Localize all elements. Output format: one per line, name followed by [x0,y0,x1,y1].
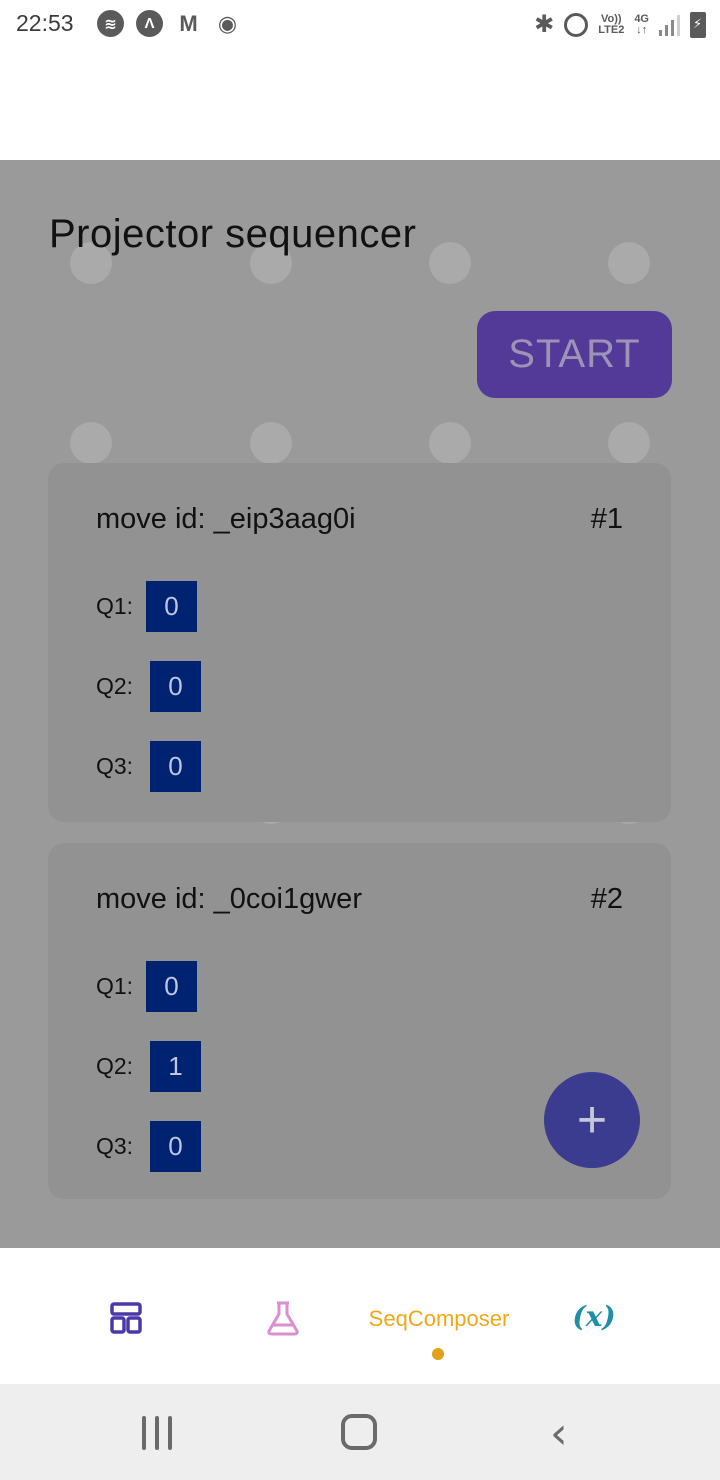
app-bar [0,50,720,160]
move-id: move id: _eip3aag0i [96,503,356,535]
q3-label: Q3: [96,1133,134,1159]
q1-label: Q1: [96,593,134,619]
variable-icon: (x) [572,1299,616,1333]
alarm-icon [564,12,589,37]
recents-icon[interactable] [142,1416,172,1450]
dashboard-icon [110,1302,142,1334]
q2-value[interactable]: 1 [150,1041,201,1092]
notification-a-icon: Λ [136,10,163,37]
flask-icon [267,1301,299,1336]
q1-label: Q1: [96,973,134,999]
q1-value[interactable]: 0 [146,581,197,632]
hotspot-icon: ◉ [217,10,238,36]
nav-seqcomposer-label: SeqComposer [368,1306,510,1331]
active-indicator [432,1348,444,1360]
q3-value[interactable]: 0 [150,741,201,792]
sequencer-screen: Projector sequencer START move id: _eip3… [0,160,720,1248]
q2-value[interactable]: 0 [150,661,201,712]
back-icon[interactable]: ‹ [550,1408,568,1459]
add-move-button[interactable]: + [544,1072,640,1168]
start-button[interactable]: START [477,311,672,398]
nav-seqcomposer[interactable]: SeqComposer [360,1304,518,1334]
system-navigation-bar: ‹ [0,1384,720,1480]
q1-row: Q1: 0 [96,581,197,632]
status-time: 22:53 [16,10,74,36]
4g-icon: 4G ↓↑ [634,12,649,36]
move-index: #2 [590,883,623,915]
move-index: #1 [590,503,623,535]
gmail-icon: M [179,10,198,36]
q2-label: Q2: [96,1053,134,1079]
battery-charging-icon [690,11,706,38]
move-card: move id: _eip3aag0i #1 Q1: 0 Q2: 0 Q3: 0 [48,463,671,822]
bottom-navigation: SeqComposer (x) [0,1248,720,1384]
q3-row: Q3: 0 [96,741,201,792]
q3-label: Q3: [96,753,134,779]
q3-row: Q3: 0 [96,1121,201,1172]
status-bar: 22:53 ≋ Λ M ◉ ✱ Vo)) LTE2 4G ↓↑ [0,0,720,50]
nav-variables[interactable]: (x) [572,1298,616,1334]
q3-value[interactable]: 0 [150,1121,201,1172]
system-status-icons: ✱ Vo)) LTE2 4G ↓↑ [534,10,706,39]
page-title: Projector sequencer [49,212,417,256]
volte-icon: Vo)) LTE2 [598,12,625,36]
spotify-icon: ≋ [97,10,124,37]
q2-row: Q2: 0 [96,661,201,712]
home-icon[interactable] [341,1414,377,1450]
q1-value[interactable]: 0 [146,961,197,1012]
notification-icons: ≋ Λ M ◉ [97,10,241,37]
nav-dashboard[interactable] [106,1298,146,1338]
bluetooth-icon: ✱ [534,11,555,38]
q2-label: Q2: [96,673,134,699]
move-id: move id: _0coi1gwer [96,883,362,915]
signal-icon [659,14,680,36]
q1-row: Q1: 0 [96,961,197,1012]
nav-lab[interactable] [262,1298,304,1338]
q2-row: Q2: 1 [96,1041,201,1092]
